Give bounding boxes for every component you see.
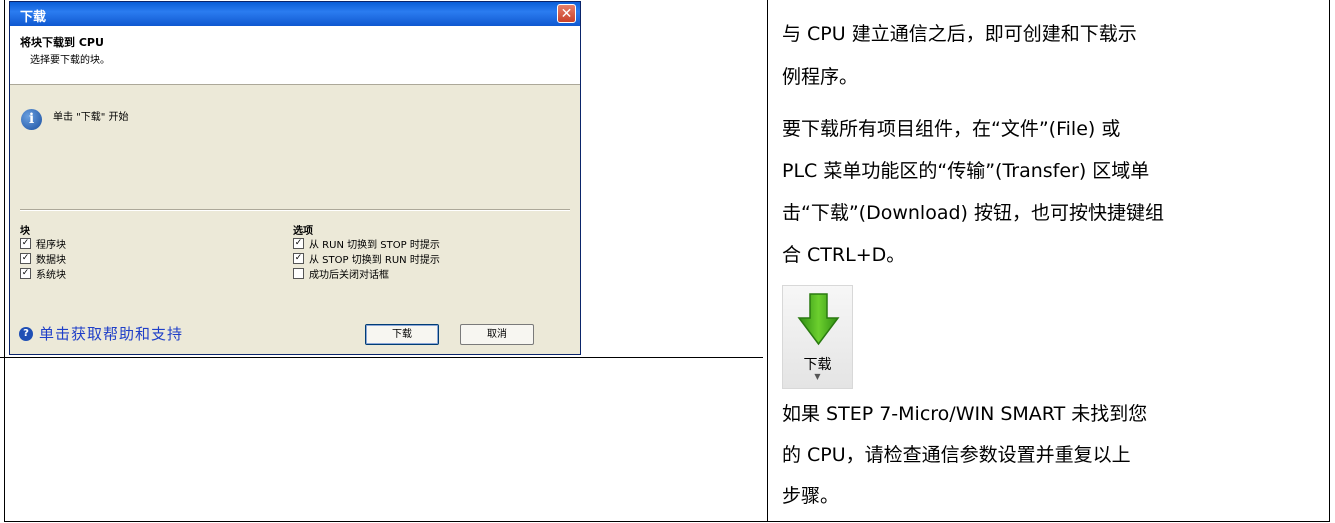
left-cell-border [0, 357, 763, 358]
checkbox-icon[interactable] [293, 267, 304, 279]
download-ribbon-button[interactable]: 下载 ▼ [782, 285, 853, 389]
help-icon: ? [19, 326, 33, 341]
checkbox-icon[interactable]: ✓ [293, 237, 304, 249]
dialog-header: 将块下载到 CPU 选择要下载的块。 [10, 26, 580, 85]
column-divider [767, 0, 768, 522]
ribbon-button-label: 下载 [803, 357, 832, 373]
checkbox-label: 从 RUN 切换到 STOP 时提示 [309, 239, 440, 251]
info-text: 单击 "下载" 开始 [53, 112, 129, 123]
checkbox-icon[interactable]: ✓ [20, 237, 31, 249]
dialog-separator [20, 209, 570, 211]
paragraph-download-line2: PLC 菜单功能区的“传输”(Transfer) 区域单 [782, 160, 1150, 182]
dialog-titlebar[interactable]: 下载 ✕ [10, 2, 580, 26]
dialog-heading: 将块下载到 CPU [20, 36, 104, 49]
checkbox-label: 程序块 [36, 239, 66, 251]
paragraph-download-line4: 合 CTRL+D。 [782, 244, 906, 266]
checkbox-label: 系统块 [36, 269, 66, 281]
checkbox-system-block[interactable]: ✓ 系统块 [20, 266, 66, 281]
paragraph-intro-line2: 例程序。 [782, 66, 859, 88]
paragraph-intro-line1: 与 CPU 建立通信之后，即可创建和下载示 [782, 23, 1137, 45]
checkbox-icon[interactable]: ✓ [20, 252, 31, 264]
info-icon: i [21, 109, 42, 130]
checkbox-label: 成功后关闭对话框 [309, 269, 389, 281]
checkbox-icon[interactable]: ✓ [293, 252, 304, 264]
paragraph-download-line1: 要下载所有项目组件，在“文件”(File) 或 [782, 118, 1121, 140]
help-link[interactable]: ? 单击获取帮助和支持 [19, 323, 183, 344]
paragraph-download-line3: 击“下载”(Download) 按钮，也可按快捷键组 [782, 202, 1164, 224]
cancel-button[interactable]: 取消 [460, 324, 534, 345]
dialog-subheading: 选择要下载的块。 [30, 55, 110, 66]
download-button[interactable]: 下载 [365, 324, 439, 345]
help-link-text[interactable]: 单击获取帮助和支持 [39, 323, 183, 344]
checkbox-stop-to-run-prompt[interactable]: ✓ 从 STOP 切换到 RUN 时提示 [293, 251, 440, 266]
checkbox-label: 数据块 [36, 254, 66, 266]
paragraph-notfound-line1: 如果 STEP 7-Micro/WIN SMART 未找到您 [782, 403, 1148, 425]
dialog-title: 下载 [20, 10, 47, 25]
close-icon[interactable]: ✕ [557, 4, 576, 23]
paragraph-notfound-line2: 的 CPU，请检查通信参数设置并重复以上 [782, 444, 1131, 466]
checkbox-run-to-stop-prompt[interactable]: ✓ 从 RUN 切换到 STOP 时提示 [293, 236, 440, 251]
blocks-group-title: 块 [20, 226, 30, 237]
checkbox-data-block[interactable]: ✓ 数据块 [20, 251, 66, 266]
checkbox-label: 从 STOP 切换到 RUN 时提示 [309, 254, 440, 266]
download-dialog: 下载 ✕ 将块下载到 CPU 选择要下载的块。 i 单击 "下载" 开始 块 ✓… [9, 1, 581, 355]
download-arrow-icon [797, 293, 840, 346]
checkbox-close-on-success[interactable]: 成功后关闭对话框 [293, 266, 389, 281]
checkbox-program-block[interactable]: ✓ 程序块 [20, 236, 66, 251]
checkbox-icon[interactable]: ✓ [20, 267, 31, 279]
chevron-down-icon: ▼ [814, 372, 821, 381]
paragraph-notfound-line3: 步骤。 [782, 485, 840, 507]
